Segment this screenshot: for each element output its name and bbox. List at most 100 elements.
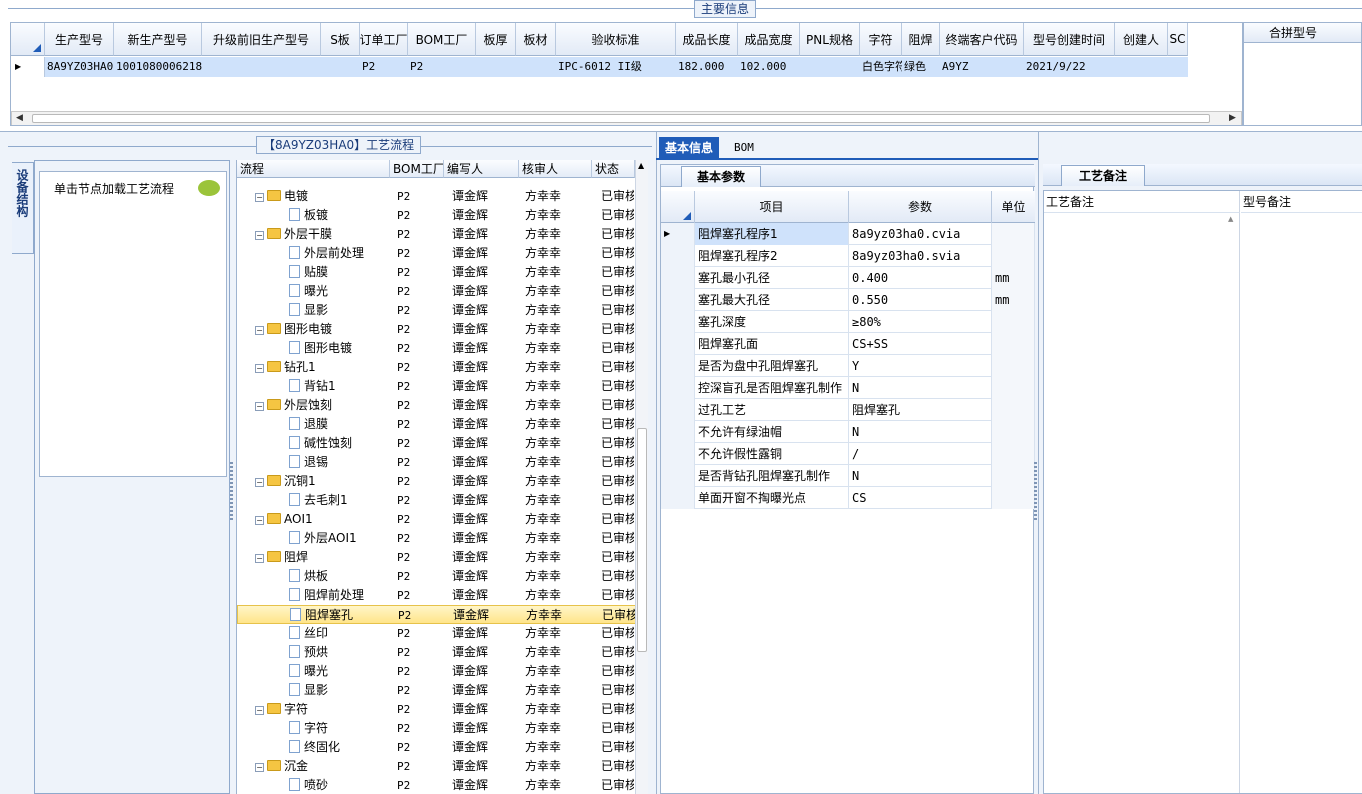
column-header[interactable]: 创建人 bbox=[1115, 23, 1168, 56]
cell[interactable] bbox=[800, 57, 860, 77]
cell[interactable]: 白色字符 bbox=[860, 57, 902, 77]
params-header-param[interactable]: 参数 bbox=[849, 191, 992, 223]
model-remarks-field[interactable] bbox=[1241, 213, 1362, 793]
column-header[interactable]: SC bbox=[1168, 23, 1188, 56]
param-value[interactable]: CS bbox=[849, 487, 992, 509]
tree-row[interactable]: − 沉金 P2 谭金辉 方幸幸 已审核 bbox=[237, 757, 647, 776]
param-value[interactable]: ≥80% bbox=[849, 311, 992, 333]
column-header[interactable]: 验收标准 bbox=[556, 23, 676, 56]
param-row[interactable]: 塞孔最小孔径 0.400 mm bbox=[661, 267, 1035, 289]
param-row[interactable]: 阻焊塞孔面 CS+SS bbox=[661, 333, 1035, 355]
scroll-up-icon[interactable]: ▲ bbox=[638, 161, 644, 170]
collapse-icon[interactable]: − bbox=[255, 763, 264, 772]
cell[interactable] bbox=[476, 57, 516, 77]
cell[interactable]: P2 bbox=[408, 57, 476, 77]
param-value[interactable]: 8a9yz03ha0.svia bbox=[849, 245, 992, 267]
collapse-icon[interactable]: − bbox=[255, 478, 264, 487]
tree-row[interactable]: 喷砂 P2 谭金辉 方幸幸 已审核 bbox=[237, 776, 647, 794]
tree-row[interactable]: 曝光 P2 谭金辉 方幸幸 已审核 bbox=[237, 662, 647, 681]
tree-row[interactable]: 退膜 P2 谭金辉 方幸幸 已审核 bbox=[237, 415, 647, 434]
cell[interactable]: 绿色 bbox=[902, 57, 940, 77]
tree-row[interactable]: 去毛刺1 P2 谭金辉 方幸幸 已审核 bbox=[237, 491, 647, 510]
tree-row[interactable]: − 电镀 P2 谭金辉 方幸幸 已审核 bbox=[237, 187, 647, 206]
param-value[interactable]: Y bbox=[849, 355, 992, 377]
param-value[interactable]: N bbox=[849, 377, 992, 399]
column-header[interactable]: 字符 bbox=[860, 23, 902, 56]
param-row[interactable]: 单面开窗不掏曝光点 CS bbox=[661, 487, 1035, 509]
cell[interactable]: P2 bbox=[360, 57, 408, 77]
scroll-left-icon[interactable]: ◀ bbox=[16, 113, 23, 123]
column-header[interactable]: 生产型号 bbox=[45, 23, 114, 56]
param-row[interactable]: 塞孔深度 ≥80% bbox=[661, 311, 1035, 333]
param-value[interactable]: 阻焊塞孔 bbox=[849, 399, 992, 421]
tree-row[interactable]: 显影 P2 谭金辉 方幸幸 已审核 bbox=[237, 681, 647, 700]
tab-bom[interactable]: BOM bbox=[728, 137, 760, 159]
tree-row[interactable]: 烘板 P2 谭金辉 方幸幸 已审核 bbox=[237, 567, 647, 586]
column-header[interactable]: 型号创建时间 bbox=[1024, 23, 1115, 56]
tree-row[interactable]: 外层AOI1 P2 谭金辉 方幸幸 已审核 bbox=[237, 529, 647, 548]
column-header[interactable]: S板 bbox=[321, 23, 360, 56]
vertical-scrollbar[interactable]: ▲ bbox=[635, 160, 648, 794]
process-remarks-field[interactable]: ▲ bbox=[1044, 213, 1240, 793]
column-header[interactable]: 订单工厂 bbox=[360, 23, 408, 56]
param-value[interactable]: CS+SS bbox=[849, 333, 992, 355]
cell[interactable] bbox=[1168, 57, 1188, 77]
column-header[interactable]: 新生产型号 bbox=[114, 23, 202, 56]
cell[interactable] bbox=[1115, 57, 1168, 77]
param-row[interactable]: 控深盲孔是否阻焊塞孔制作 N bbox=[661, 377, 1035, 399]
column-header[interactable]: 阻焊 bbox=[902, 23, 940, 56]
tree-row[interactable]: − 外层蚀刻 P2 谭金辉 方幸幸 已审核 bbox=[237, 396, 647, 415]
column-header[interactable]: 升级前旧生产型号 bbox=[202, 23, 321, 56]
params-header-unit[interactable]: 单位 bbox=[992, 191, 1035, 223]
tree-row[interactable]: − 外层干膜 P2 谭金辉 方幸幸 已审核 bbox=[237, 225, 647, 244]
param-value[interactable]: 8a9yz03ha0.cvia bbox=[849, 223, 992, 245]
param-row[interactable]: 不允许有绿油帽 N bbox=[661, 421, 1035, 443]
tree-row[interactable]: 终固化 P2 谭金辉 方幸幸 已审核 bbox=[237, 738, 647, 757]
splitter-handle[interactable] bbox=[230, 462, 233, 522]
tree-row[interactable]: − 图形电镀 P2 谭金辉 方幸幸 已审核 bbox=[237, 320, 647, 339]
scroll-right-icon[interactable]: ▶ bbox=[1229, 113, 1236, 123]
cell[interactable]: 182.000 bbox=[676, 57, 738, 77]
cell[interactable]: IPC-6012 II级 bbox=[556, 57, 676, 77]
cell[interactable]: A9YZ bbox=[940, 57, 1024, 77]
collapse-icon[interactable]: − bbox=[255, 364, 264, 373]
param-value[interactable]: / bbox=[849, 443, 992, 465]
param-row[interactable]: 塞孔最大孔径 0.550 mm bbox=[661, 289, 1035, 311]
tree-row[interactable]: 预烘 P2 谭金辉 方幸幸 已审核 bbox=[237, 643, 647, 662]
tree-row[interactable]: 贴膜 P2 谭金辉 方幸幸 已审核 bbox=[237, 263, 647, 282]
tree-row[interactable]: 阻焊塞孔 P2 谭金辉 方幸幸 已审核 bbox=[237, 605, 647, 624]
param-value[interactable]: N bbox=[849, 465, 992, 487]
param-value[interactable]: 0.400 bbox=[849, 267, 992, 289]
param-value[interactable]: 0.550 bbox=[849, 289, 992, 311]
collapse-icon[interactable]: − bbox=[255, 516, 264, 525]
scroll-thumb[interactable] bbox=[32, 114, 1210, 123]
tree-row[interactable]: 字符 P2 谭金辉 方幸幸 已审核 bbox=[237, 719, 647, 738]
column-header[interactable]: PNL规格 bbox=[800, 23, 860, 56]
tree-row[interactable]: 背钻1 P2 谭金辉 方幸幸 已审核 bbox=[237, 377, 647, 396]
tree-row[interactable]: 曝光 P2 谭金辉 方幸幸 已审核 bbox=[237, 282, 647, 301]
collapse-icon[interactable]: − bbox=[255, 402, 264, 411]
column-header[interactable]: BOM工厂 bbox=[408, 23, 476, 56]
cell[interactable] bbox=[321, 57, 360, 77]
node-list[interactable]: 单击节点加载工艺流程 bbox=[39, 171, 227, 477]
scroll-thumb[interactable] bbox=[637, 428, 647, 652]
horizontal-scrollbar[interactable]: ◀ ▶ bbox=[11, 111, 1242, 125]
param-row[interactable]: 阻焊塞孔程序2 8a9yz03ha0.svia bbox=[661, 245, 1035, 267]
collapse-icon[interactable]: − bbox=[255, 554, 264, 563]
cell[interactable]: 2021/9/22 bbox=[1024, 57, 1115, 77]
tree-row[interactable]: 图形电镀 P2 谭金辉 方幸幸 已审核 bbox=[237, 339, 647, 358]
cell[interactable]: 10010800062180 bbox=[114, 57, 202, 77]
splitter-handle[interactable] bbox=[1034, 462, 1037, 522]
params-header-item[interactable]: 项目 bbox=[695, 191, 849, 223]
param-row[interactable]: ▶ 阻焊塞孔程序1 8a9yz03ha0.cvia bbox=[661, 223, 1035, 245]
tree-row[interactable]: 丝印 P2 谭金辉 方幸幸 已审核 bbox=[237, 624, 647, 643]
cell[interactable] bbox=[202, 57, 321, 77]
tree-row[interactable]: − 钻孔1 P2 谭金辉 方幸幸 已审核 bbox=[237, 358, 647, 377]
tab-basic-info[interactable]: 基本信息 bbox=[659, 137, 720, 159]
tree-row[interactable]: 退锡 P2 谭金辉 方幸幸 已审核 bbox=[237, 453, 647, 472]
param-value[interactable]: N bbox=[849, 421, 992, 443]
tree-row[interactable]: − 阻焊 P2 谭金辉 方幸幸 已审核 bbox=[237, 548, 647, 567]
tree-row[interactable]: 外层前处理 P2 谭金辉 方幸幸 已审核 bbox=[237, 244, 647, 263]
tree-row[interactable]: 显影 P2 谭金辉 方幸幸 已审核 bbox=[237, 301, 647, 320]
scroll-up-icon[interactable]: ▲ bbox=[1228, 215, 1233, 223]
